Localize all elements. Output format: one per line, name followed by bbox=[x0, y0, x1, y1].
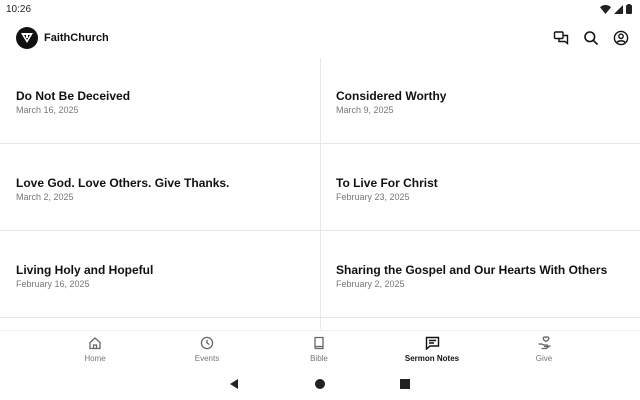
sermon-date: February 16, 2025 bbox=[16, 279, 90, 289]
wifi-icon bbox=[600, 4, 611, 14]
status-time: 10:26 bbox=[6, 3, 32, 15]
sermon-date: March 16, 2025 bbox=[16, 105, 79, 115]
chat-button[interactable] bbox=[552, 29, 570, 47]
sermon-list: Do Not Be Deceived March 16, 2025 Consid… bbox=[0, 58, 640, 329]
sermon-card[interactable]: Living Holy and Hopeful February 16, 202… bbox=[0, 232, 320, 318]
nav-label: Home bbox=[84, 354, 106, 363]
account-icon bbox=[613, 30, 629, 46]
app-bar: FaithChurch bbox=[0, 22, 640, 54]
sermon-title: To Live For Christ bbox=[336, 176, 438, 190]
status-bar: 10:26 bbox=[0, 0, 640, 18]
nav-label: Bible bbox=[310, 354, 328, 363]
sermon-date: March 9, 2025 bbox=[336, 105, 394, 115]
signal-icon bbox=[614, 4, 623, 14]
church-logo-icon bbox=[16, 27, 38, 49]
system-recents-button[interactable] bbox=[397, 376, 413, 392]
sermon-date: February 2, 2025 bbox=[336, 279, 405, 289]
bottom-nav: Home Events Bible Sermon Notes Give bbox=[0, 330, 640, 368]
nav-bible[interactable]: Bible bbox=[279, 335, 359, 367]
home-icon bbox=[87, 335, 103, 351]
app-title: FaithChurch bbox=[44, 32, 109, 44]
sermon-card[interactable]: Love God. Love Others. Give Thanks. Marc… bbox=[0, 145, 320, 231]
nav-events[interactable]: Events bbox=[167, 335, 247, 367]
search-button[interactable] bbox=[582, 29, 600, 47]
give-icon bbox=[536, 335, 552, 351]
home-circle-icon bbox=[315, 379, 325, 389]
search-icon bbox=[584, 31, 599, 46]
sermon-date: March 2, 2025 bbox=[16, 192, 74, 202]
sermon-title: Considered Worthy bbox=[336, 89, 447, 103]
sermon-title: Living Holy and Hopeful bbox=[16, 263, 154, 277]
status-icons bbox=[600, 4, 632, 14]
system-home-button[interactable] bbox=[312, 376, 328, 392]
clock-icon bbox=[199, 335, 215, 351]
sermon-title: Do Not Be Deceived bbox=[16, 89, 131, 103]
sermon-date: February 23, 2025 bbox=[336, 192, 410, 202]
chat-icon bbox=[553, 31, 569, 45]
sermon-title: Love God. Love Others. Give Thanks. bbox=[16, 176, 230, 190]
app-bar-actions bbox=[552, 29, 630, 47]
system-back-button[interactable] bbox=[226, 376, 242, 392]
nav-label: Give bbox=[535, 354, 553, 363]
nav-give[interactable]: Give bbox=[504, 335, 584, 367]
sermon-card[interactable]: Considered Worthy March 9, 2025 bbox=[320, 58, 640, 144]
nav-label: Sermon Notes bbox=[404, 354, 460, 363]
sermon-card[interactable]: To Live For Christ February 23, 2025 bbox=[320, 145, 640, 231]
nav-sermon-notes[interactable]: Sermon Notes bbox=[392, 335, 472, 367]
back-icon bbox=[230, 379, 238, 389]
system-nav-bar bbox=[0, 372, 640, 396]
battery-icon bbox=[626, 4, 632, 14]
notes-icon bbox=[424, 335, 440, 351]
nav-label: Events bbox=[194, 354, 220, 363]
account-button[interactable] bbox=[612, 29, 630, 47]
sermon-title: Sharing the Gospel and Our Hearts With O… bbox=[336, 263, 608, 277]
sermon-card[interactable]: Sharing the Gospel and Our Hearts With O… bbox=[320, 232, 640, 318]
sermon-card[interactable]: Do Not Be Deceived March 16, 2025 bbox=[0, 58, 320, 144]
nav-home[interactable]: Home bbox=[55, 335, 135, 367]
book-icon bbox=[311, 335, 327, 351]
recents-icon bbox=[400, 379, 410, 389]
